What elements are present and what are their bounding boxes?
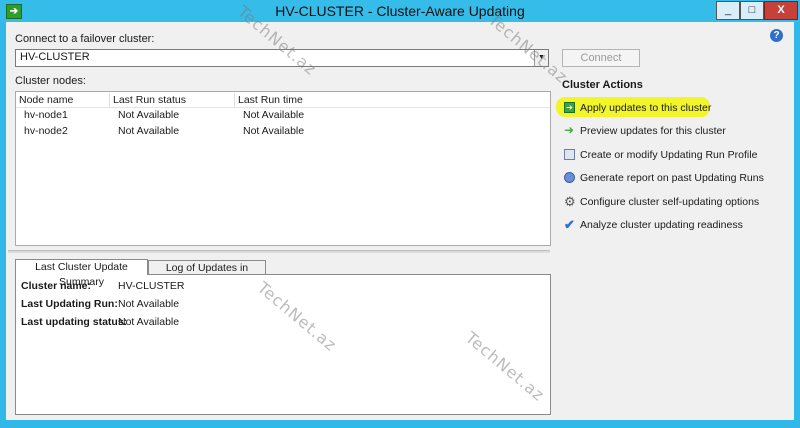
node-name-cell: hv-node1 — [24, 109, 68, 121]
connect-label: Connect to a failover cluster: — [15, 33, 155, 45]
cluster-nodes-list[interactable]: Node name Last Run status Last Run time … — [15, 91, 551, 246]
checkmark-icon: ✔ — [564, 217, 575, 232]
report-icon — [564, 172, 575, 183]
cluster-combobox[interactable]: HV-CLUSTER ▼ — [15, 49, 549, 67]
green-arrow-icon: ➜ — [564, 123, 575, 137]
last-run-status-cell: Not Available — [118, 109, 180, 121]
summary-key: Last updating status: — [21, 316, 128, 328]
profile-document-icon — [564, 149, 575, 160]
column-header-last-run-status[interactable]: Last Run status — [110, 93, 235, 107]
title-bar: ➔ HV-CLUSTER - Cluster-Aware Updating _ … — [0, 0, 800, 22]
last-run-time-cell: Not Available — [243, 109, 305, 121]
table-row[interactable]: hv-node2 Not Available Not Available — [16, 125, 550, 140]
summary-value: Not Available — [118, 316, 180, 328]
tab-last-cluster-update-summary[interactable]: Last Cluster Update Summary — [15, 259, 148, 288]
action-label: Apply updates to this cluster — [580, 102, 712, 114]
pane-splitter[interactable] — [8, 250, 550, 253]
summary-panel: Cluster name: HV-CLUSTER Last Updating R… — [15, 274, 551, 415]
cluster-nodes-label: Cluster nodes: — [15, 75, 86, 87]
window-bottom-border — [0, 420, 800, 428]
action-label: Create or modify Updating Run Profile — [580, 149, 758, 161]
summary-value: HV-CLUSTER — [118, 280, 185, 292]
node-name-cell: hv-node2 — [24, 125, 68, 137]
header-divider — [16, 107, 550, 108]
summary-key: Last Updating Run: — [21, 298, 118, 310]
last-run-status-cell: Not Available — [118, 125, 180, 137]
connect-button[interactable]: Connect — [562, 49, 640, 67]
apply-updates-icon: ➔ — [564, 102, 575, 113]
main-content: ? Connect to a failover cluster: HV-CLUS… — [6, 22, 794, 420]
last-run-time-cell: Not Available — [243, 125, 305, 137]
table-row[interactable]: hv-node1 Not Available Not Available — [16, 109, 550, 124]
summary-value: Not Available — [118, 298, 180, 310]
cluster-actions-heading: Cluster Actions — [562, 79, 643, 91]
column-header-node-name[interactable]: Node name — [16, 93, 110, 107]
window-title: HV-CLUSTER - Cluster-Aware Updating — [275, 3, 525, 19]
column-header-last-run-time[interactable]: Last Run time — [235, 93, 550, 107]
action-label: Preview updates for this cluster — [580, 125, 726, 137]
dropdown-arrow-icon[interactable]: ▼ — [534, 50, 548, 66]
maximize-button[interactable]: □ — [740, 1, 764, 20]
action-label: Analyze cluster updating readiness — [580, 219, 743, 231]
cluster-combobox-value: HV-CLUSTER — [20, 51, 90, 63]
gear-icon: ⚙ — [564, 194, 576, 209]
action-label: Configure cluster self-updating options — [580, 196, 760, 208]
close-button[interactable]: X — [764, 1, 798, 20]
help-icon[interactable]: ? — [770, 29, 783, 42]
minimize-button[interactable]: _ — [716, 1, 740, 20]
action-label: Generate report on past Updating Runs — [580, 172, 764, 184]
tab-log-of-updates[interactable]: Log of Updates in Progress — [148, 260, 266, 289]
